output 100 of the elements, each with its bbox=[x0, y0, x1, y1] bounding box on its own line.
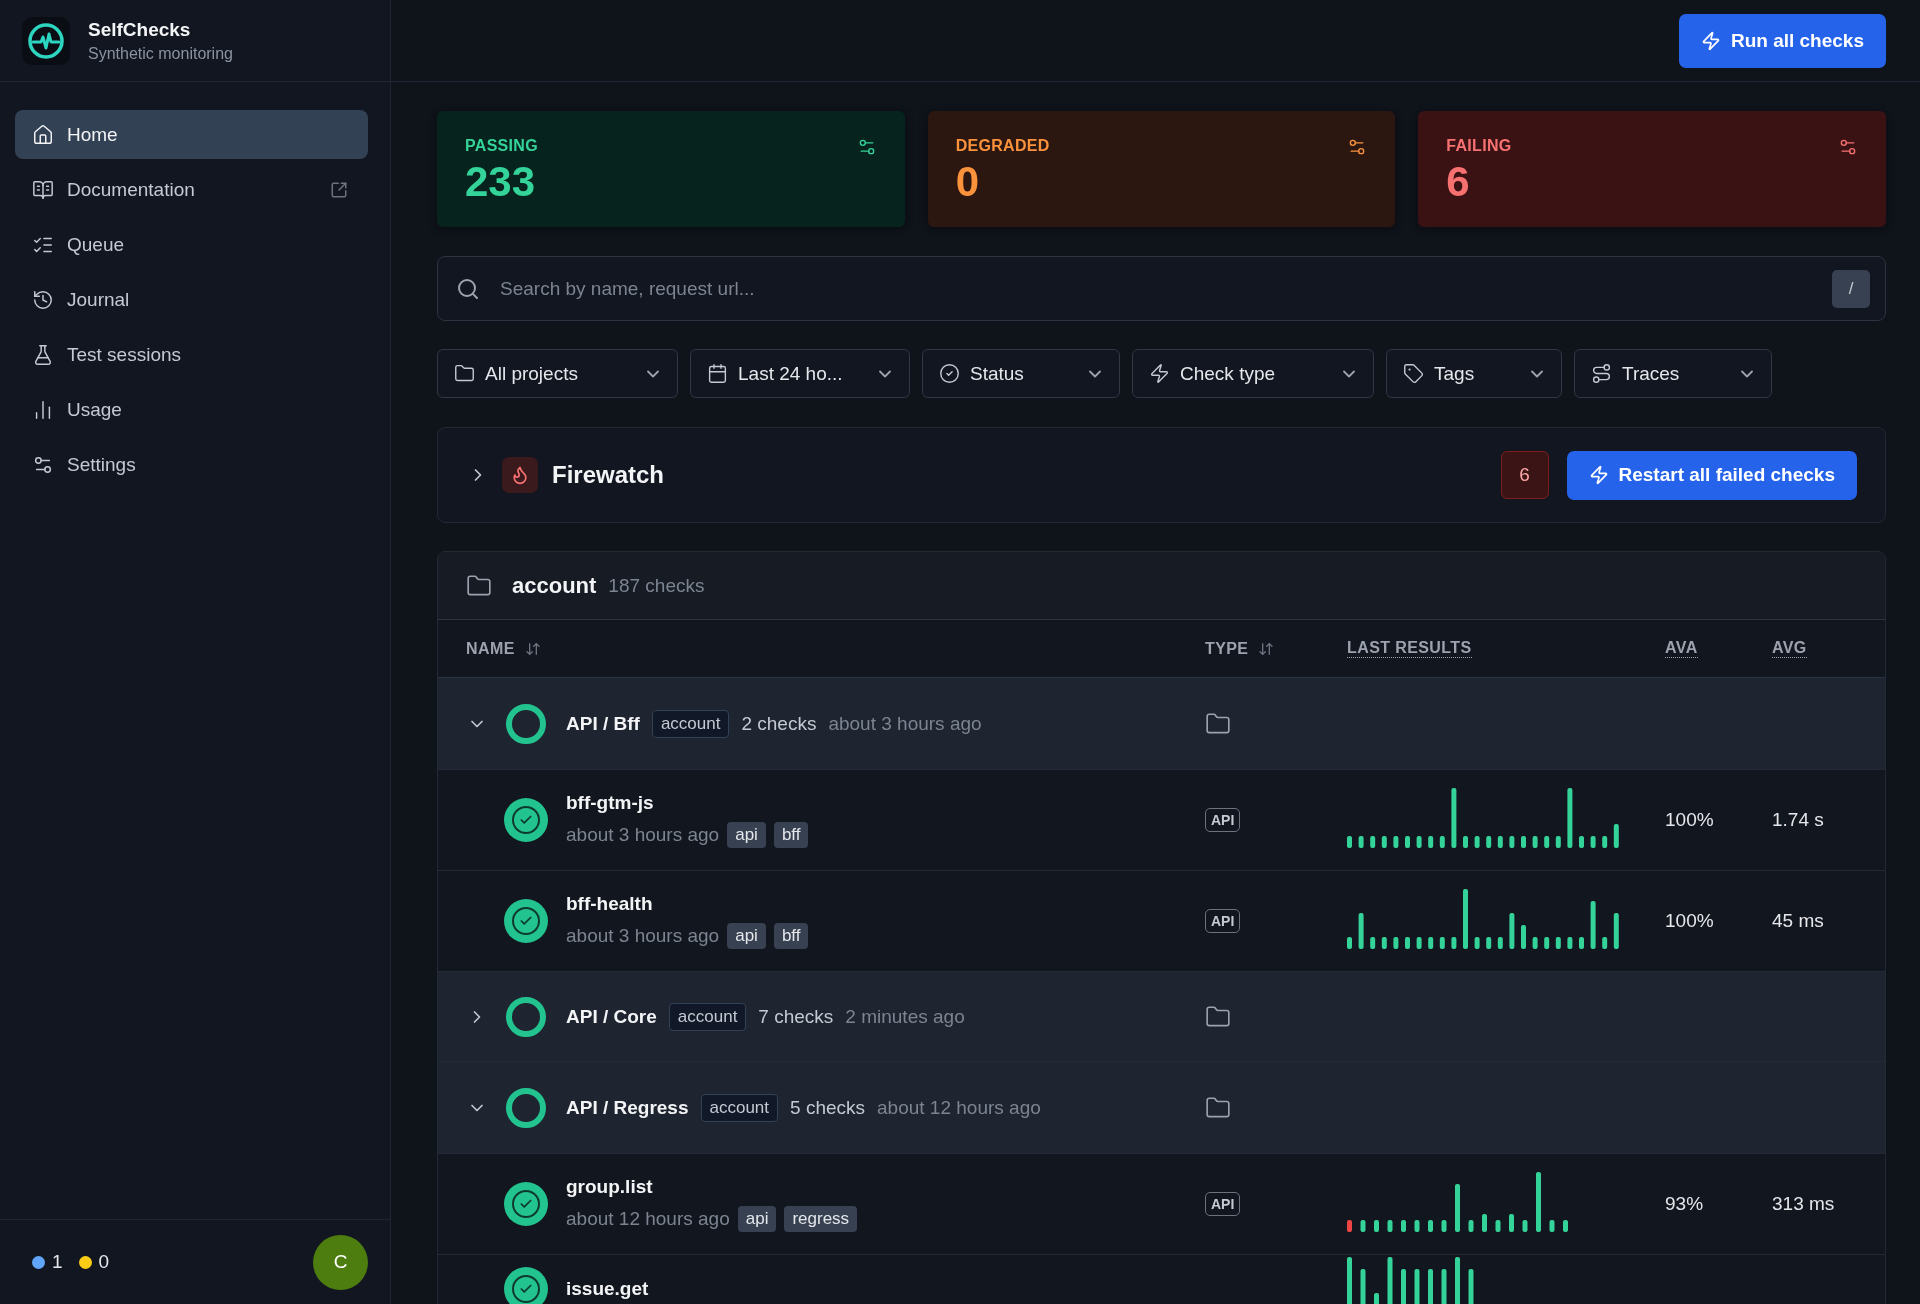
filter-dropdown[interactable]: Tags bbox=[1386, 349, 1562, 398]
result-bar bbox=[1474, 937, 1480, 949]
result-bar bbox=[1428, 1269, 1433, 1304]
check-name[interactable]: issue.get bbox=[566, 1278, 649, 1300]
result-bar bbox=[1532, 836, 1538, 848]
logo-icon bbox=[22, 16, 70, 65]
result-bar bbox=[1374, 1220, 1379, 1232]
last-run-time: about 12 hours ago bbox=[566, 1208, 730, 1230]
result-bar bbox=[1468, 1269, 1474, 1304]
last-run-time: 2 minutes ago bbox=[845, 1005, 965, 1028]
result-bar bbox=[1590, 836, 1596, 848]
group-check-count: 5 checks bbox=[790, 1096, 866, 1119]
group-row[interactable]: API / Core account 7 checks 2 minutes ago bbox=[438, 972, 1885, 1062]
result-bar bbox=[1563, 1220, 1568, 1232]
check-name[interactable]: group.list bbox=[566, 1176, 858, 1198]
settings-icon[interactable] bbox=[1838, 137, 1858, 157]
filter-dropdown[interactable]: Check type bbox=[1132, 349, 1374, 398]
caret-icon bbox=[1741, 369, 1753, 378]
check-circle-icon bbox=[939, 363, 960, 384]
sidebar-item[interactable]: Documentation bbox=[15, 165, 368, 214]
sort-icon[interactable] bbox=[524, 640, 541, 657]
result-bar bbox=[1509, 913, 1515, 949]
result-bar bbox=[1463, 889, 1468, 949]
result-bar bbox=[1602, 836, 1608, 848]
caret-icon bbox=[1531, 369, 1543, 378]
result-bar bbox=[1381, 836, 1387, 848]
user-avatar[interactable]: C bbox=[313, 1234, 368, 1290]
filter-dropdown[interactable]: Status bbox=[922, 349, 1120, 398]
result-bar bbox=[1441, 1269, 1447, 1304]
sidebar-item[interactable]: Test sessions bbox=[15, 330, 368, 379]
result-bar bbox=[1370, 836, 1376, 848]
result-bar bbox=[1544, 937, 1550, 949]
average-time: 45 ms bbox=[1772, 910, 1824, 931]
sidebar-item[interactable]: Settings bbox=[15, 440, 368, 489]
result-bar bbox=[1405, 937, 1410, 949]
column-header[interactable]: AVG bbox=[1772, 639, 1807, 658]
result-bar bbox=[1428, 836, 1434, 848]
run-all-checks-button[interactable]: Run all checks bbox=[1678, 13, 1886, 68]
result-bar bbox=[1486, 836, 1492, 848]
result-bar bbox=[1532, 937, 1538, 949]
result-bar bbox=[1381, 937, 1387, 949]
stat-card[interactable]: PASSING 233 bbox=[437, 111, 905, 227]
result-bar bbox=[1590, 901, 1596, 949]
search-icon bbox=[456, 276, 480, 301]
filter-dropdown[interactable]: All projects bbox=[437, 349, 678, 398]
column-header[interactable]: NAME bbox=[466, 639, 515, 658]
lightning-icon bbox=[1149, 363, 1170, 384]
filter-dropdown[interactable]: Last 24 ho... bbox=[690, 349, 910, 398]
check-name[interactable]: bff-gtm-js bbox=[566, 792, 809, 814]
last-run-time: about 3 hours ago bbox=[566, 824, 720, 846]
result-bar bbox=[1579, 937, 1584, 949]
result-bar bbox=[1374, 1293, 1379, 1304]
result-bar bbox=[1414, 1269, 1420, 1304]
group-row[interactable]: API / Bff account 2 checks about 3 hours ago bbox=[438, 678, 1885, 770]
book-icon bbox=[32, 178, 54, 201]
sidebar-item[interactable]: Journal bbox=[15, 275, 368, 324]
result-bar bbox=[1567, 937, 1573, 949]
home-icon bbox=[32, 123, 54, 146]
result-bar bbox=[1347, 1220, 1352, 1232]
result-bar bbox=[1393, 836, 1399, 848]
stat-card[interactable]: DEGRADED 0 bbox=[927, 111, 1396, 227]
column-header[interactable]: AVA bbox=[1665, 639, 1698, 658]
result-bar bbox=[1544, 836, 1550, 848]
app-name: SelfChecks bbox=[88, 18, 192, 41]
stat-value: 233 bbox=[465, 159, 537, 205]
sidebar-item[interactable]: Home bbox=[15, 110, 368, 159]
tag: api bbox=[727, 923, 766, 949]
sort-icon[interactable] bbox=[1258, 640, 1275, 657]
group-check-count: 7 checks bbox=[758, 1005, 834, 1028]
result-bar bbox=[1401, 1220, 1406, 1232]
result-bar bbox=[1455, 1257, 1460, 1304]
column-header[interactable]: TYPE bbox=[1205, 639, 1249, 658]
sidebar-item[interactable]: Usage bbox=[15, 385, 368, 434]
stat-value: 0 bbox=[955, 159, 980, 205]
check-name[interactable]: bff-health bbox=[566, 893, 809, 915]
failed-count: 6 bbox=[1500, 451, 1549, 499]
tag-icon bbox=[1403, 363, 1424, 384]
result-bar bbox=[1509, 836, 1515, 848]
shortcut-key: / bbox=[1832, 269, 1870, 308]
result-bar bbox=[1497, 937, 1503, 949]
availability: 100% bbox=[1665, 809, 1714, 830]
result-bar bbox=[1405, 836, 1410, 848]
lightning-icon bbox=[1700, 30, 1721, 51]
column-header[interactable]: LAST RESULTS bbox=[1347, 639, 1472, 658]
last-run-time: about 3 hours ago bbox=[828, 712, 982, 735]
group-row[interactable]: API / Regress account 5 checks about 12 hours ago bbox=[438, 1062, 1885, 1154]
search-input[interactable]: Search by name, request url... bbox=[498, 276, 1814, 301]
restart-failed-button[interactable]: Restart all failed checks bbox=[1566, 450, 1857, 500]
result-bar bbox=[1567, 788, 1573, 848]
result-bar bbox=[1463, 836, 1468, 848]
search-field[interactable]: Search by name, request url... / bbox=[437, 256, 1886, 321]
project-tag: account bbox=[651, 709, 730, 738]
stat-card[interactable]: FAILING 6 bbox=[1418, 111, 1886, 227]
passing-status-icon bbox=[504, 899, 548, 943]
stat-label: DEGRADED bbox=[955, 137, 1050, 155]
caret-icon bbox=[647, 369, 659, 378]
last-run-time: about 3 hours ago bbox=[566, 925, 720, 947]
sidebar-item[interactable]: Queue bbox=[15, 220, 368, 269]
filter-dropdown[interactable]: Traces bbox=[1574, 349, 1772, 398]
result-bar bbox=[1522, 1220, 1528, 1232]
